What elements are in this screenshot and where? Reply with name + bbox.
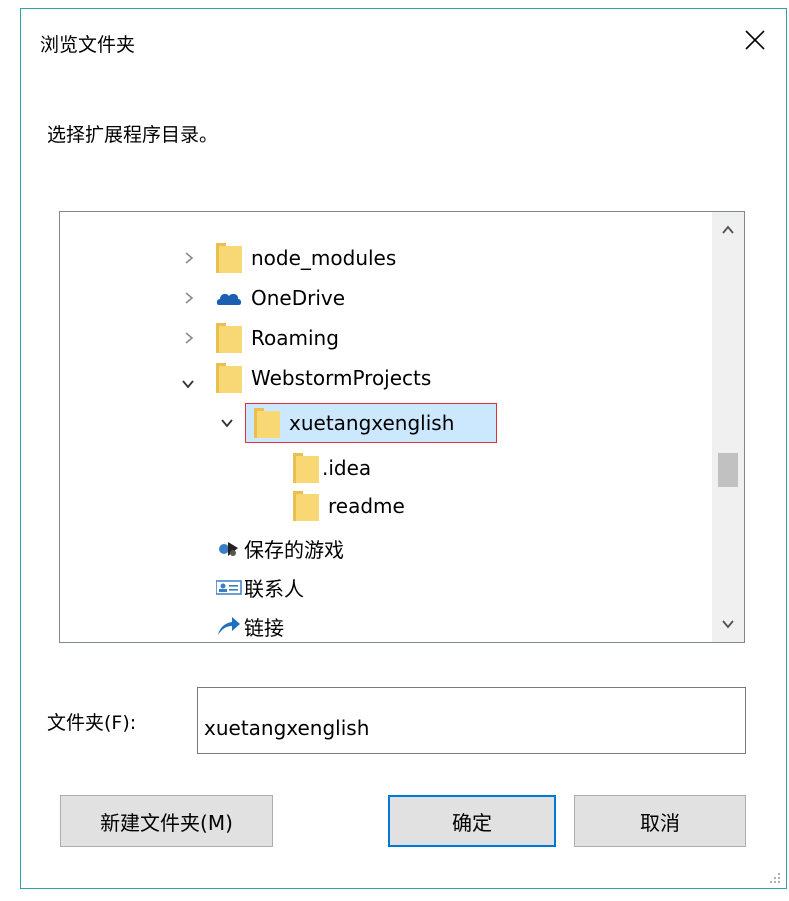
resize-grip-icon	[770, 873, 780, 883]
resize-grip[interactable]	[768, 870, 782, 884]
expand-roaming[interactable]	[181, 330, 197, 346]
folder-icon	[293, 453, 319, 483]
tree-item-roaming[interactable]: Roaming	[216, 320, 339, 356]
chevron-right-icon	[185, 332, 194, 344]
tree-item-xuetangxenglish[interactable]: xuetangxenglish	[254, 405, 454, 441]
ok-button[interactable]: 确定	[388, 795, 556, 847]
close-button[interactable]	[738, 23, 772, 57]
folder-icon	[293, 491, 319, 521]
browse-folder-dialog: 浏览文件夹 选择扩展程序目录。 node_modules OneDrive Ro…	[20, 8, 787, 889]
folder-name-input[interactable]	[197, 687, 746, 754]
contacts-icon	[215, 572, 242, 602]
chevron-down-icon	[221, 419, 233, 428]
tree-item-label: 链接	[244, 615, 284, 640]
new-folder-button[interactable]: 新建文件夹(M)	[60, 795, 273, 847]
tree-item-label: 保存的游戏	[244, 537, 344, 562]
folder-field-label: 文件夹(F):	[47, 712, 137, 734]
videos-icon	[216, 641, 242, 642]
folder-tree[interactable]: node_modules OneDrive Roaming WebstormPr…	[59, 211, 745, 643]
cancel-button[interactable]: 取消	[574, 795, 746, 847]
tree-item-label: WebstormProjects	[251, 366, 432, 390]
folder-icon	[216, 363, 242, 393]
tree-item-contacts[interactable]: 联系人	[215, 569, 304, 605]
expand-node-modules[interactable]	[181, 250, 197, 266]
tree-item-node-modules[interactable]: node_modules	[216, 240, 396, 276]
tree-item-label: readme	[328, 494, 405, 518]
chevron-down-icon	[722, 620, 734, 629]
tree-item-label: 联系人	[244, 576, 304, 601]
chevron-up-icon	[722, 225, 734, 234]
tree-item-label: Roaming	[251, 326, 339, 350]
close-icon	[745, 30, 765, 50]
tree-item-webstormprojects[interactable]: WebstormProjects	[216, 360, 431, 396]
folder-icon	[254, 408, 280, 438]
chevron-down-icon	[182, 380, 194, 389]
chevron-right-icon	[185, 252, 194, 264]
title-bar[interactable]: 浏览文件夹	[21, 9, 786, 75]
scroll-up-button[interactable]	[712, 212, 744, 248]
tree-item-videos[interactable]: 视频	[216, 638, 284, 643]
tree-item-label: OneDrive	[251, 286, 346, 310]
collapse-webstormprojects[interactable]	[180, 376, 196, 392]
vertical-scrollbar[interactable]	[712, 212, 744, 642]
onedrive-cloud-icon	[216, 283, 242, 313]
scrollbar-thumb[interactable]	[718, 453, 738, 487]
tree-item-label: xuetangxenglish	[289, 411, 455, 435]
tree-item-label: .idea	[322, 456, 372, 480]
scroll-down-button[interactable]	[712, 606, 744, 642]
folder-icon	[216, 323, 242, 353]
dialog-title: 浏览文件夹	[40, 34, 136, 56]
collapse-xuetangxenglish[interactable]	[219, 415, 235, 431]
folder-icon	[216, 243, 242, 273]
saved-games-icon	[216, 533, 242, 563]
tree-item-label: 视频	[244, 642, 284, 643]
tree-item-idea[interactable]: .idea	[293, 450, 371, 486]
tree-item-readme[interactable]: readme	[293, 488, 405, 524]
expand-onedrive[interactable]	[181, 290, 197, 306]
chevron-right-icon	[185, 292, 194, 304]
instruction-text: 选择扩展程序目录。	[47, 124, 219, 146]
tree-item-onedrive[interactable]: OneDrive	[216, 280, 345, 316]
links-icon	[216, 611, 242, 641]
tree-item-label: node_modules	[251, 246, 397, 270]
tree-item-saved-games[interactable]: 保存的游戏	[216, 530, 344, 566]
